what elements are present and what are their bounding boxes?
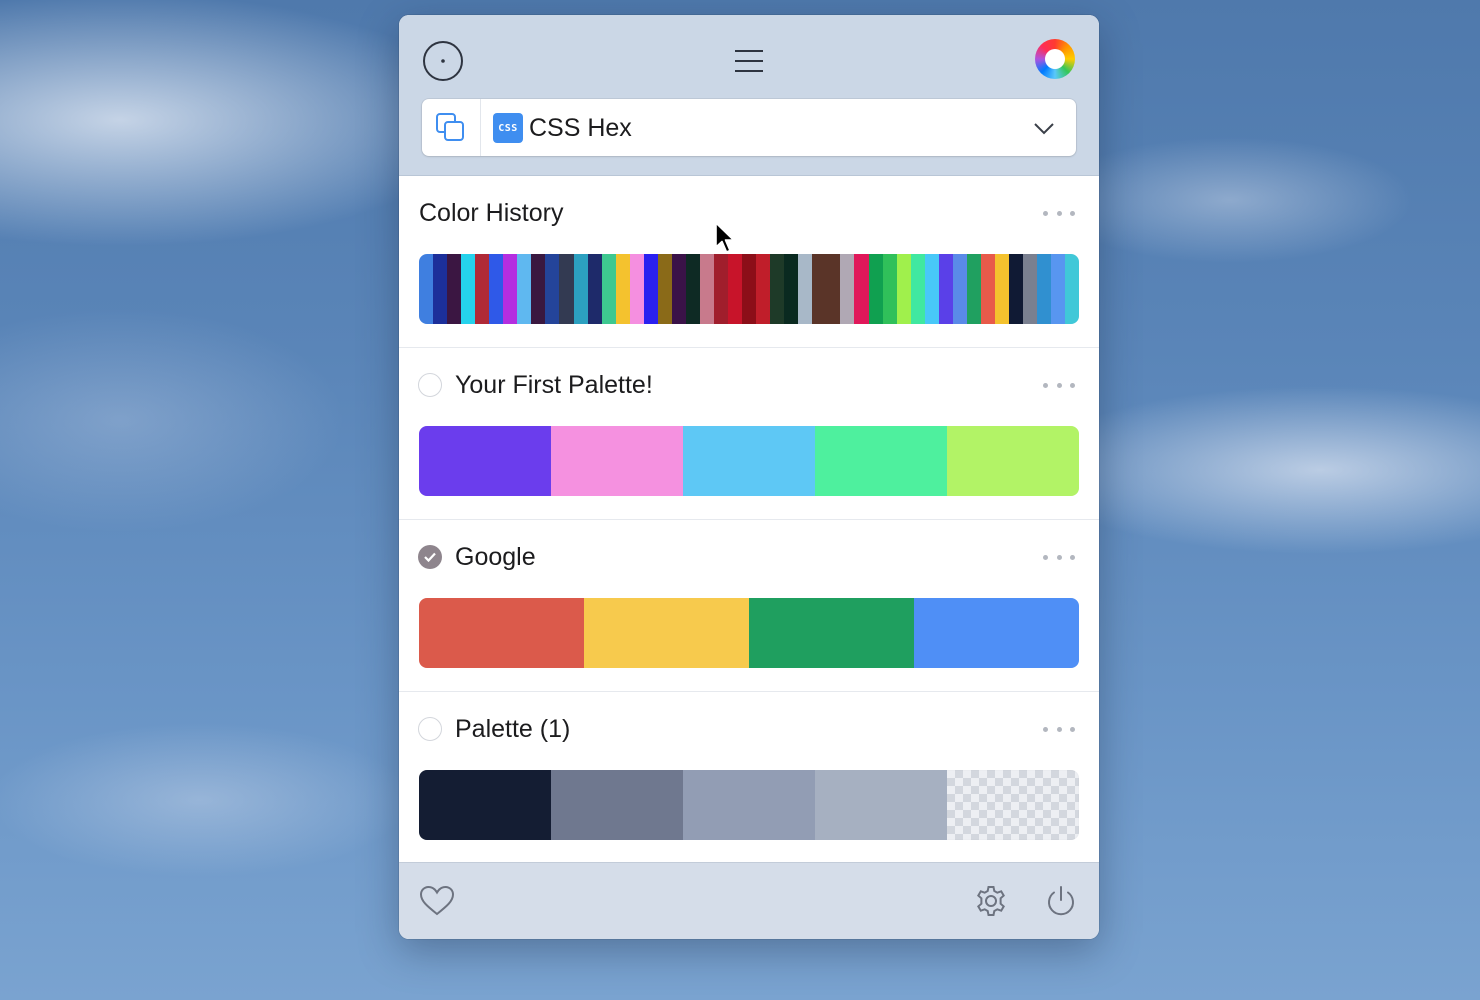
- color-swatch[interactable]: [966, 254, 981, 324]
- format-label: CSS Hex: [529, 114, 632, 142]
- color-swatch[interactable]: [629, 254, 644, 324]
- color-swatch[interactable]: [798, 254, 813, 324]
- color-swatch[interactable]: [882, 254, 897, 324]
- color-swatch[interactable]: [433, 254, 448, 324]
- color-swatch[interactable]: [994, 254, 1009, 324]
- mouse-cursor-icon: [714, 221, 736, 255]
- more-options-icon[interactable]: [1043, 550, 1075, 564]
- more-options-icon[interactable]: [1043, 378, 1075, 392]
- color-swatch[interactable]: [952, 254, 967, 324]
- color-swatch[interactable]: [531, 254, 546, 324]
- color-swatch[interactable]: [503, 254, 518, 324]
- color-swatch[interactable]: [517, 254, 532, 324]
- color-swatch[interactable]: [1008, 254, 1024, 324]
- color-swatch[interactable]: [587, 254, 602, 324]
- color-swatch[interactable]: [657, 254, 672, 324]
- color-swatch[interactable]: [489, 254, 504, 324]
- color-swatch[interactable]: [947, 770, 1079, 840]
- color-swatch[interactable]: [938, 254, 953, 324]
- palette-swatches: [419, 770, 1079, 840]
- color-swatch[interactable]: [419, 598, 584, 668]
- color-swatch[interactable]: [461, 254, 476, 324]
- color-swatch[interactable]: [1037, 254, 1052, 324]
- color-wheel-icon[interactable]: [1033, 37, 1077, 81]
- color-swatch[interactable]: [1051, 254, 1066, 324]
- color-swatch[interactable]: [419, 426, 551, 496]
- more-options-icon[interactable]: [1043, 206, 1075, 220]
- power-icon[interactable]: [1041, 881, 1081, 921]
- color-swatch[interactable]: [749, 598, 914, 668]
- color-swatch[interactable]: [683, 770, 815, 840]
- color-swatch[interactable]: [475, 254, 490, 324]
- color-swatch[interactable]: [573, 254, 588, 324]
- color-format-dropdown[interactable]: CSS CSS Hex: [480, 99, 1076, 156]
- color-swatch[interactable]: [812, 254, 827, 324]
- checkmark-icon[interactable]: [418, 545, 442, 569]
- palette-section: Your First Palette!: [399, 348, 1099, 520]
- copy-icon[interactable]: [422, 99, 481, 156]
- palette-section: Google: [399, 520, 1099, 692]
- color-swatch[interactable]: [1023, 254, 1038, 324]
- section-title: Palette (1): [455, 715, 571, 743]
- section-title: Color History: [419, 199, 564, 227]
- heart-icon[interactable]: [417, 881, 457, 921]
- color-swatch[interactable]: [685, 254, 700, 324]
- palette-select-radio[interactable]: [418, 717, 442, 741]
- color-swatch[interactable]: [854, 254, 869, 324]
- color-swatch[interactable]: [826, 254, 841, 324]
- color-swatch[interactable]: [924, 254, 939, 324]
- palette-swatches: [419, 598, 1079, 668]
- footer-bar: [399, 862, 1099, 939]
- format-bar: CSS CSS Hex: [422, 99, 1076, 156]
- color-swatch[interactable]: [671, 254, 686, 324]
- palette-section: Palette (1): [399, 692, 1099, 863]
- color-swatch[interactable]: [756, 254, 771, 324]
- color-swatch[interactable]: [742, 254, 757, 324]
- color-swatch[interactable]: [896, 254, 911, 324]
- color-swatch[interactable]: [980, 254, 995, 324]
- toolbar: CSS CSS Hex: [399, 15, 1099, 176]
- color-swatch[interactable]: [601, 254, 616, 324]
- color-swatch[interactable]: [699, 254, 714, 324]
- color-swatch[interactable]: [947, 426, 1079, 496]
- color-swatch[interactable]: [713, 254, 729, 324]
- color-swatch[interactable]: [868, 254, 883, 324]
- color-history-section: Color History: [399, 176, 1099, 348]
- color-swatch[interactable]: [419, 770, 551, 840]
- color-swatch[interactable]: [551, 770, 683, 840]
- palette-list: Color History Your First Palette! Google…: [399, 176, 1099, 862]
- more-options-icon[interactable]: [1043, 722, 1075, 736]
- color-swatch[interactable]: [545, 254, 560, 324]
- gear-icon[interactable]: [971, 881, 1011, 921]
- color-swatch[interactable]: [840, 254, 855, 324]
- color-history-swatches: [419, 254, 1079, 324]
- picker-target-icon[interactable]: [421, 39, 465, 83]
- color-swatch[interactable]: [914, 598, 1079, 668]
- color-swatch[interactable]: [683, 426, 815, 496]
- color-swatch[interactable]: [419, 254, 434, 324]
- color-swatch[interactable]: [551, 426, 683, 496]
- palette-select-radio[interactable]: [418, 373, 442, 397]
- color-swatch[interactable]: [784, 254, 799, 324]
- color-swatch[interactable]: [770, 254, 785, 324]
- section-title: Google: [455, 543, 536, 571]
- color-swatch[interactable]: [584, 598, 749, 668]
- color-picker-popover: CSS CSS Hex Color History Your First Pal…: [399, 15, 1099, 939]
- color-swatch[interactable]: [815, 770, 947, 840]
- color-swatch[interactable]: [643, 254, 658, 324]
- chevron-down-icon: [1032, 117, 1056, 139]
- color-swatch[interactable]: [728, 254, 743, 324]
- color-swatch[interactable]: [815, 426, 947, 496]
- hamburger-menu-icon[interactable]: [729, 41, 769, 81]
- color-swatch[interactable]: [910, 254, 925, 324]
- color-swatch[interactable]: [447, 254, 462, 324]
- color-swatch[interactable]: [1065, 254, 1079, 324]
- css-format-icon: CSS: [493, 113, 523, 143]
- color-swatch[interactable]: [559, 254, 574, 324]
- color-swatch[interactable]: [615, 254, 630, 324]
- palette-swatches: [419, 426, 1079, 496]
- section-title: Your First Palette!: [455, 371, 653, 399]
